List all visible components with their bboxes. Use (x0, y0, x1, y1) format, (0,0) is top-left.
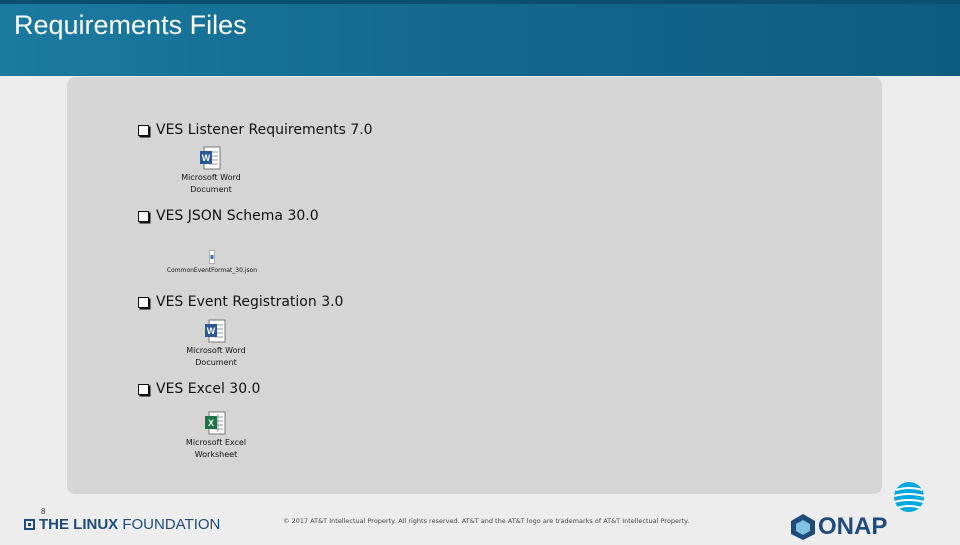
title-bar-band (0, 0, 960, 4)
embedded-word-file-listener[interactable]: W Microsoft Word Document (170, 146, 252, 196)
file-caption-line-2: Worksheet (194, 450, 238, 459)
copyright-notice: © 2017 AT&T Intellectual Property. All r… (283, 517, 690, 525)
word-doc-icon: W (200, 146, 222, 170)
word-doc-icon: W (205, 319, 227, 343)
linux-foundation-text-the: THE (39, 516, 74, 533)
bullet-label: VES Listener Requirements 7.0 (156, 122, 373, 138)
svg-text:W: W (202, 153, 211, 163)
svg-text:X: X (208, 418, 214, 428)
linux-foundation-logo: THE LINUX FOUNDATION (24, 516, 220, 533)
json-file-icon (209, 250, 215, 264)
embedded-word-file-registration[interactable]: W Microsoft Word Document (175, 319, 257, 369)
bullet-item-ves-excel: VES Excel 30.0 (138, 381, 260, 397)
onap-logo: ONAP (790, 480, 940, 540)
checkbox-bullet-icon (138, 383, 149, 395)
bullet-item-event-registration: VES Event Registration 3.0 (138, 294, 343, 310)
bullet-label: VES Event Registration 3.0 (156, 294, 344, 310)
svg-text:ONAP: ONAP (818, 513, 887, 540)
embedded-excel-file[interactable]: X Microsoft Excel Worksheet (175, 411, 257, 461)
file-caption-line-2: Document (195, 358, 237, 367)
file-caption-line-2: Document (190, 185, 232, 194)
file-caption-line-1: Microsoft Word (181, 173, 241, 182)
file-caption-line-1: CommonEventFormat_30.json (166, 267, 258, 274)
embedded-json-file[interactable]: CommonEventFormat_30.json (158, 250, 266, 277)
svg-text:W: W (207, 326, 216, 336)
bullet-item-listener-requirements: VES Listener Requirements 7.0 (138, 122, 373, 138)
att-globe-icon (893, 482, 925, 512)
file-caption-line-1: Microsoft Word (186, 346, 246, 355)
page-title: Requirements Files (14, 10, 247, 40)
file-caption-line-1: Microsoft Excel (185, 438, 247, 447)
title-bar: Requirements Files (0, 0, 960, 76)
linux-foundation-mark-icon (24, 519, 35, 530)
linux-foundation-text-linux: LINUX (73, 516, 119, 533)
bullet-label: VES Excel 30.0 (156, 381, 261, 397)
checkbox-bullet-icon (138, 210, 149, 222)
onap-mark-icon: ONAP (791, 513, 887, 540)
bullet-label: VES JSON Schema 30.0 (156, 208, 319, 224)
bullet-item-json-schema: VES JSON Schema 30.0 (138, 208, 319, 224)
checkbox-bullet-icon (138, 296, 149, 308)
linux-foundation-text-foundation: FOUNDATION (118, 516, 221, 533)
page-number: 8 (41, 507, 46, 516)
checkbox-bullet-icon (138, 124, 149, 136)
excel-sheet-icon: X (205, 411, 227, 435)
